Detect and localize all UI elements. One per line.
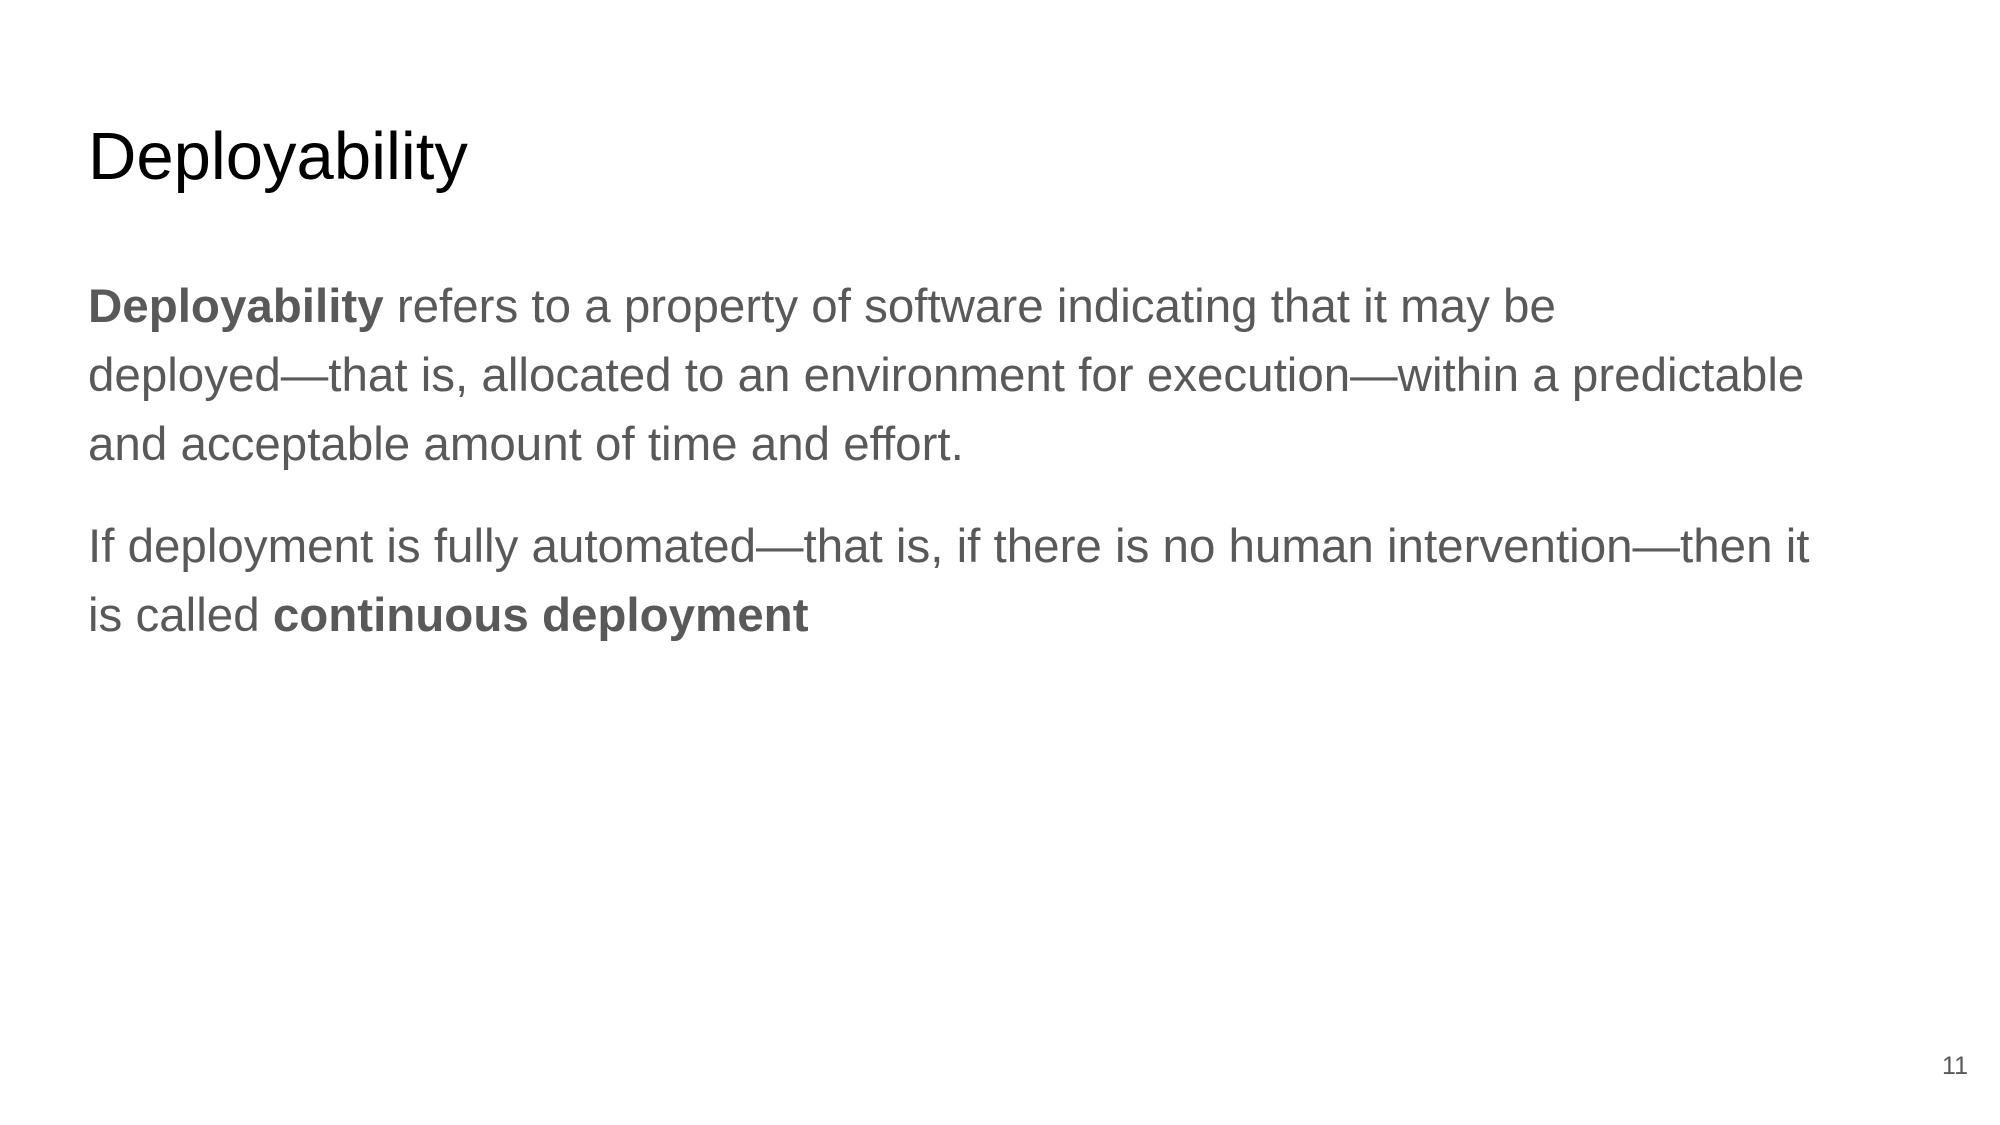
page-number: 11 [1942,1052,1968,1080]
paragraph-continuous-deployment: If deployment is fully automated—that is… [88,512,1948,650]
text-span: refers to a property of software indicat… [383,280,1556,333]
text-line: is called continuous deployment [88,581,1948,650]
text-line: Deployability refers to a property of so… [88,272,1948,341]
term-continuous-deployment: continuous deployment [272,589,809,642]
text-line: deployed—that is, allocated to an enviro… [88,349,1805,402]
text-line: and acceptable amount of time and effort… [88,418,964,471]
slide-title: Deployability [88,119,468,194]
text-line: If deployment is fully automated—that is… [88,520,1810,573]
text-span: is called [88,589,273,642]
term-deployability: Deployability [88,280,384,333]
slide: Deployability Deployability refers to a … [0,0,2000,1125]
paragraph-deployability-definition: Deployability refers to a property of so… [88,272,1948,479]
slide-body: Deployability refers to a property of so… [88,272,1948,650]
